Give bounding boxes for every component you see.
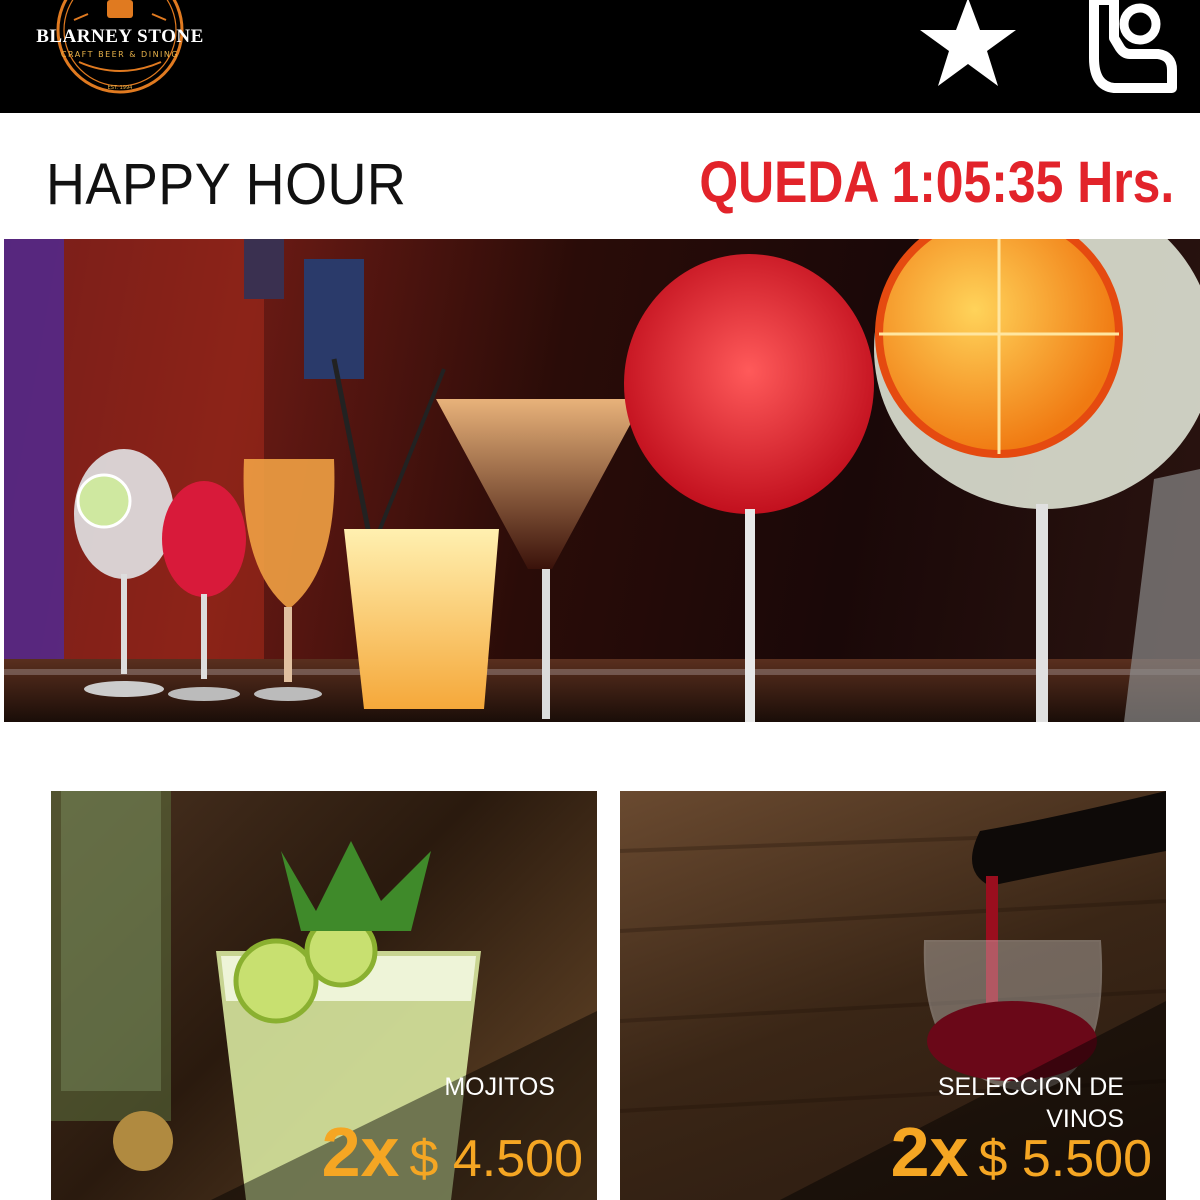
promo-price-mojitos: 2x $ 4.500 [322, 1112, 583, 1192]
user-button[interactable] [1080, 0, 1184, 100]
promo-multiplier: 2x [321, 1113, 400, 1191]
cocktails-illustration [4, 239, 1200, 722]
promo-label-mojitos: MOJITOS [444, 1073, 555, 1101]
brand-tagline: CRAFT BEER & DINING [60, 50, 180, 59]
promo-price-amount: $ 5.500 [978, 1130, 1153, 1188]
hero-cocktails-image [4, 239, 1200, 722]
promo-card-mojitos[interactable]: MOJITOS 2x $ 4.500 [51, 791, 597, 1200]
user-raise-hand-icon [1089, 0, 1177, 93]
promo-price-amount: $ 4.500 [409, 1130, 584, 1188]
brand-name: BLARNEY STONE [36, 26, 204, 47]
promo-card-vinos[interactable]: SELECCION DE VINOS 2x $ 5.500 [620, 791, 1166, 1200]
promo-multiplier: 2x [890, 1113, 969, 1191]
page-title: HAPPY HOUR [46, 152, 407, 217]
title-row: HAPPY HOUR QUEDA 1:05:35 Hrs. [0, 113, 1200, 239]
countdown-timer: QUEDA 1:05:35 Hrs. [699, 150, 1174, 215]
promo-price-vinos: 2x $ 5.500 [891, 1112, 1152, 1192]
top-bar: BLARNEY STONE CRAFT BEER & DINING EST. 1… [0, 0, 1200, 113]
star-icon [920, 0, 1016, 86]
favorite-button[interactable] [916, 0, 1026, 92]
brand-established: EST. 1994 [107, 85, 133, 91]
brand-logo[interactable]: BLARNEY STONE CRAFT BEER & DINING EST. 1… [4, 0, 236, 111]
